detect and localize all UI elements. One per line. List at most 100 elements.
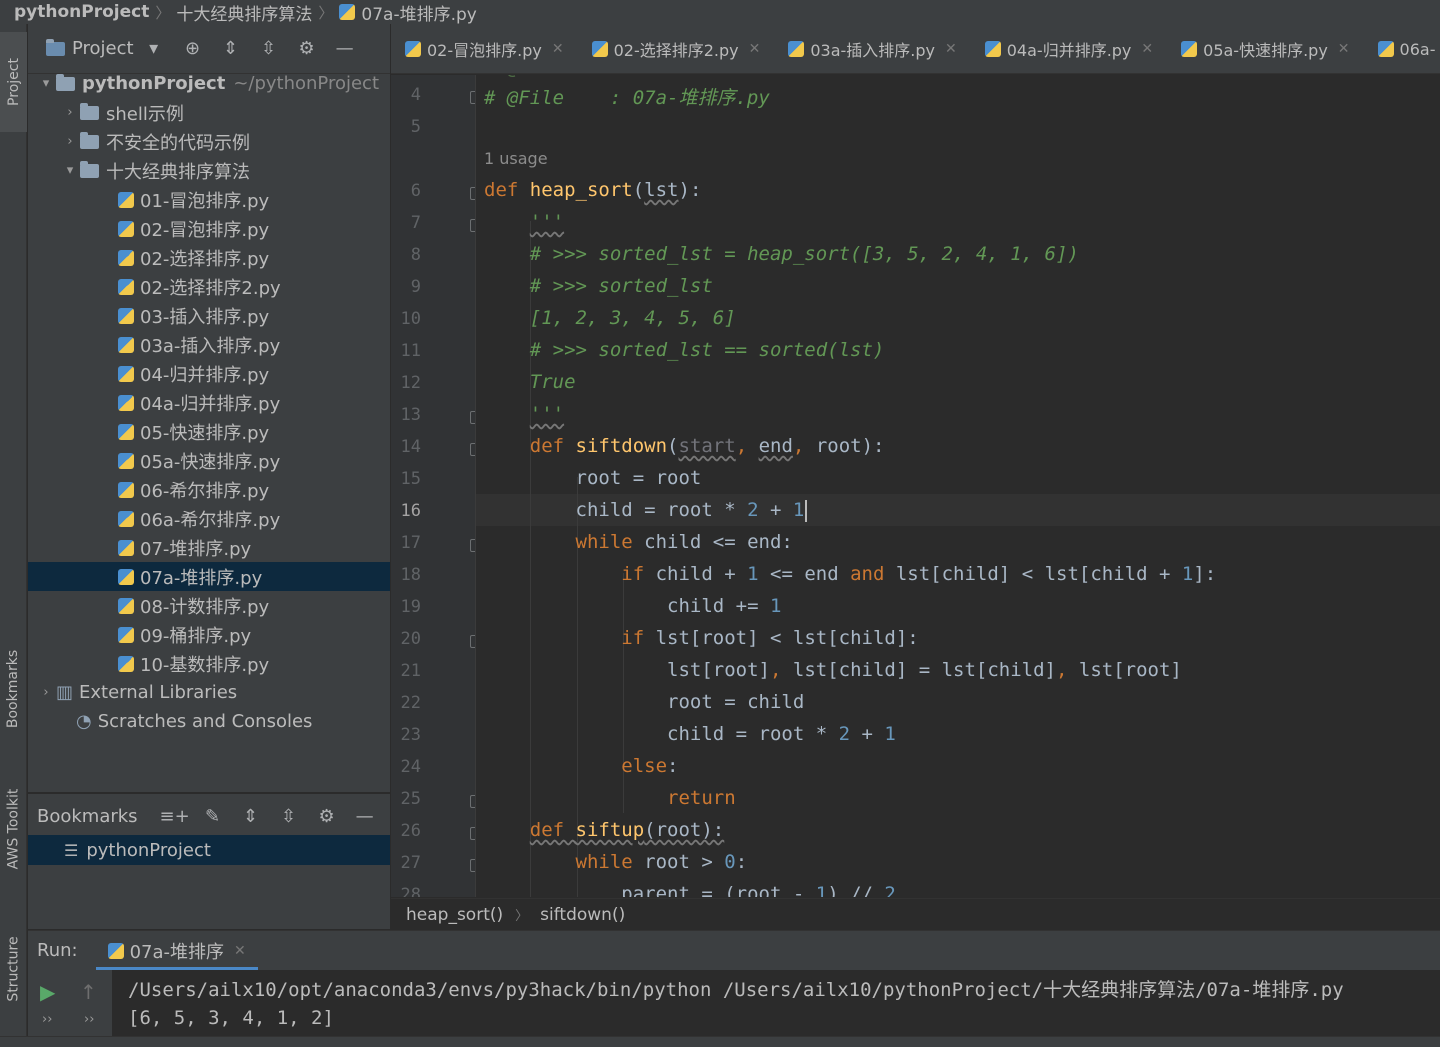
tree-file[interactable]: 02-选择排序2.py: [28, 272, 390, 301]
tool-tab-bookmarks[interactable]: Bookmarks: [0, 624, 27, 754]
breadcrumb-function-siftdown[interactable]: siftdown(): [540, 905, 625, 925]
tree-file[interactable]: 10-基数排序.py: [28, 649, 390, 678]
indent-guide: [475, 75, 476, 897]
tree-folder[interactable]: › shell示例: [28, 98, 390, 127]
tree-external-libraries[interactable]: › ▥ External Libraries: [28, 678, 390, 707]
tree-file[interactable]: 04-归并排序.py: [28, 359, 390, 388]
close-icon[interactable]: ✕: [1141, 41, 1153, 57]
tree-folder[interactable]: ▾ 十大经典排序算法: [28, 156, 390, 185]
tree-file[interactable]: 06-希尔排序.py: [28, 475, 390, 504]
code-editor[interactable]: # @Author : ailx10 # @File : 07a-堆排序.py …: [475, 75, 1440, 897]
usage-hint[interactable]: 1 usage: [484, 149, 548, 168]
more-icon[interactable]: ››: [84, 1012, 94, 1027]
edit-icon[interactable]: ✎: [194, 806, 232, 827]
python-file-icon: [118, 510, 134, 527]
bookmarks-panel-title: Bookmarks: [37, 805, 138, 827]
tree-file[interactable]: 03a-插入排序.py: [28, 330, 390, 359]
left-tool-strip: Project Bookmarks AWS Toolkit Structure: [0, 24, 27, 1047]
editor-tab[interactable]: 02-冒泡排序.py ✕: [391, 24, 578, 73]
code-line-8: # >>> sorted_lst = heap_sort([3, 5, 2, 4…: [484, 243, 1079, 265]
tree-item-label: shell示例: [106, 103, 184, 125]
project-view-selector[interactable]: Project: [72, 38, 134, 59]
locate-file-icon[interactable]: ⊕: [174, 38, 212, 59]
code-line-23: child = root * 2 + 1: [484, 723, 896, 745]
line-number: 19: [400, 597, 421, 617]
line-number: 25: [400, 789, 421, 809]
expand-all-icon[interactable]: ⇕: [232, 806, 270, 827]
code-line-28: parent = (root - 1) // 2: [484, 883, 896, 897]
breadcrumb-function-heap-sort[interactable]: heap_sort(): [406, 905, 503, 925]
close-icon[interactable]: ✕: [234, 943, 246, 959]
tree-file[interactable]: 05a-快速排序.py: [28, 446, 390, 475]
more-icon[interactable]: ››: [42, 1012, 52, 1027]
code-line-13: ''': [529, 403, 565, 425]
tree-file[interactable]: 05-快速排序.py: [28, 417, 390, 446]
tree-file[interactable]: 07-堆排序.py: [28, 533, 390, 562]
tree-file[interactable]: 01-冒泡排序.py: [28, 185, 390, 214]
navigation-breadcrumb: pythonProject 〉 十大经典排序算法 〉 07a-堆排序.py: [0, 0, 1440, 24]
tool-tab-project[interactable]: Project: [0, 32, 27, 132]
close-icon[interactable]: ✕: [1338, 41, 1350, 57]
tree-file[interactable]: 09-桶排序.py: [28, 620, 390, 649]
tree-file[interactable]: 07a-堆排序.py: [28, 562, 390, 591]
tree-file[interactable]: 08-计数排序.py: [28, 591, 390, 620]
editor-tab[interactable]: 04a-归并排序.py ✕: [971, 24, 1167, 73]
tree-folder[interactable]: › 不安全的代码示例: [28, 127, 390, 156]
hide-panel-icon[interactable]: —: [326, 38, 364, 59]
python-file-icon: [118, 191, 134, 208]
tree-root-pythonproject[interactable]: ▾ pythonProject ~/pythonProject: [28, 69, 390, 98]
close-icon[interactable]: ✕: [945, 41, 957, 57]
python-file-icon: [118, 423, 134, 440]
chevron-right-icon[interactable]: ›: [60, 105, 80, 120]
close-icon[interactable]: ✕: [749, 41, 761, 57]
chevron-right-icon[interactable]: ›: [36, 685, 56, 700]
tool-tab-structure-label: Structure: [5, 936, 22, 1002]
chevron-right-icon[interactable]: ›: [60, 134, 80, 149]
bookmark-list-item[interactable]: ☰ pythonProject: [28, 835, 390, 865]
code-line-10: [1, 2, 3, 4, 5, 6]: [484, 307, 736, 329]
tree-file[interactable]: 02-冒泡排序.py: [28, 214, 390, 243]
breadcrumb-project[interactable]: pythonProject: [14, 2, 149, 22]
collapse-all-icon[interactable]: ⇳: [270, 806, 308, 827]
code-line-11: # >>> sorted_lst == sorted(lst): [484, 339, 885, 361]
editor-tab[interactable]: 03a-插入排序.py ✕: [774, 24, 970, 73]
breadcrumb-file[interactable]: 07a-堆排序.py: [361, 0, 476, 25]
code-line-21: lst[root], lst[child] = lst[child], lst[…: [484, 659, 1182, 681]
editor-tab[interactable]: 02-选择排序2.py ✕: [578, 24, 775, 73]
editor-tab[interactable]: 06a-: [1364, 24, 1440, 73]
editor-tab-bar: 02-冒泡排序.py ✕ 02-选择排序2.py ✕ 03a-插入排序.py ✕ 04a-归…: [391, 24, 1440, 74]
python-file-icon: [118, 655, 134, 672]
code-line-16: child = root * 2 + 1: [484, 499, 808, 522]
tree-item-label: Scratches and Consoles: [97, 711, 313, 732]
gear-icon[interactable]: ⚙: [308, 806, 346, 827]
close-icon[interactable]: ✕: [552, 41, 564, 57]
tree-item-label: 10-基数排序.py: [140, 654, 270, 676]
tree-item-label: 06a-希尔排序.py: [140, 509, 281, 531]
tree-file[interactable]: 06a-希尔排序.py: [28, 504, 390, 533]
arrow-up-icon[interactable]: ↑: [80, 980, 97, 1004]
hide-panel-icon[interactable]: —: [346, 806, 384, 827]
tree-file[interactable]: 04a-归并排序.py: [28, 388, 390, 417]
python-file-icon: [118, 481, 134, 498]
add-bookmark-list-icon[interactable]: ≡+: [156, 806, 194, 827]
tree-file[interactable]: 02-选择排序.py: [28, 243, 390, 272]
breadcrumb-folder[interactable]: 十大经典排序算法: [176, 0, 312, 25]
chevron-down-icon[interactable]: ▾: [36, 76, 56, 91]
tool-tab-structure[interactable]: Structure: [0, 919, 27, 1019]
line-number: 6: [410, 181, 421, 201]
collapse-all-icon[interactable]: ⇳: [250, 38, 288, 59]
gear-icon[interactable]: ⚙: [288, 38, 326, 59]
run-icon[interactable]: ▶: [40, 980, 55, 1004]
breadcrumb-separator: 〉: [318, 3, 334, 22]
editor-tab-label: 05a-快速排序.py: [1203, 41, 1328, 60]
tree-scratches-consoles[interactable]: ◔ Scratches and Consoles: [28, 707, 390, 736]
tool-tab-aws-toolkit[interactable]: AWS Toolkit: [0, 774, 27, 884]
chevron-down-icon[interactable]: ▾: [134, 38, 174, 59]
code-line-18: if child + 1 <= end and lst[child] < lst…: [621, 563, 1217, 585]
run-console-output[interactable]: /Users/ailx10/opt/anaconda3/envs/py3hack…: [112, 970, 1440, 1036]
run-config-tab[interactable]: 07a-堆排序 ✕: [95, 931, 258, 971]
editor-tab[interactable]: 05a-快速排序.py ✕: [1167, 24, 1363, 73]
expand-all-icon[interactable]: ⇕: [212, 38, 250, 59]
chevron-down-icon[interactable]: ▾: [60, 163, 80, 178]
tree-file[interactable]: 03-插入排序.py: [28, 301, 390, 330]
